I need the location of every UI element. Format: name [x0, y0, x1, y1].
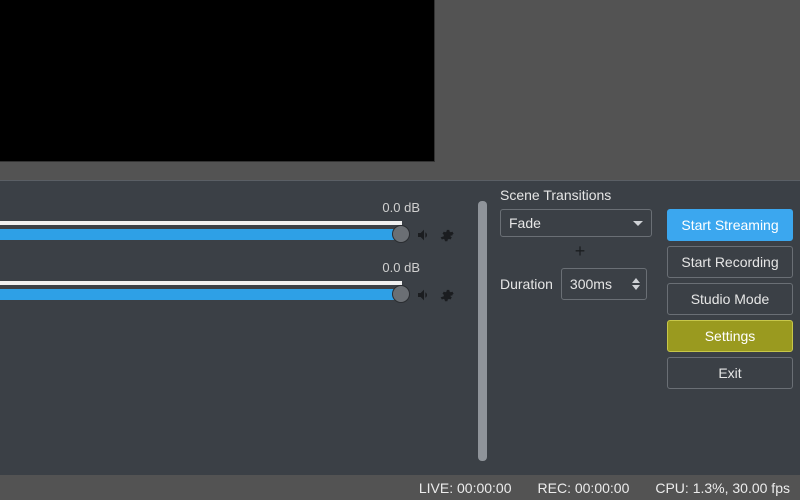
audio-meter-track [0, 221, 402, 225]
add-transition-button[interactable]: + [500, 241, 660, 262]
speaker-icon[interactable] [416, 227, 432, 246]
status-rec: REC: 00:00:00 [538, 480, 630, 496]
transition-select[interactable]: Fade [500, 209, 652, 237]
gear-icon[interactable] [439, 228, 454, 246]
settings-button[interactable]: Settings [667, 320, 793, 352]
speaker-icon[interactable] [416, 287, 432, 306]
exit-button[interactable]: Exit [667, 357, 793, 389]
studio-mode-button[interactable]: Studio Mode [667, 283, 793, 315]
status-bar: LIVE: 00:00:00 REC: 00:00:00 CPU: 1.3%, … [0, 476, 800, 500]
audio-meter-level [0, 289, 402, 300]
duration-spinner[interactable]: 300ms [561, 268, 647, 300]
audio-mixer: 0.0 dB 0.0 dB [0, 201, 470, 481]
start-recording-button[interactable]: Start Recording [667, 246, 793, 278]
gear-icon[interactable] [439, 288, 454, 306]
chevron-down-icon [633, 221, 643, 226]
chevron-down-icon[interactable] [632, 285, 640, 290]
transition-duration-row: Duration 300ms [500, 268, 660, 300]
scene-transitions-title: Scene Transitions [500, 187, 660, 203]
audio-db-readout: 0.0 dB [382, 260, 420, 275]
audio-db-readout: 0.0 dB [382, 200, 420, 215]
start-streaming-button[interactable]: Start Streaming [667, 209, 793, 241]
audio-meter-level [0, 229, 402, 240]
audio-meter-track [0, 281, 402, 285]
status-live: LIVE: 00:00:00 [419, 480, 512, 496]
audio-channel: 0.0 dB [0, 261, 462, 317]
transition-selected-value: Fade [509, 215, 541, 231]
duration-label: Duration [500, 276, 553, 292]
volume-slider-knob[interactable] [392, 225, 410, 243]
duration-value: 300ms [570, 276, 612, 292]
controls-column: Start Streaming Start Recording Studio M… [667, 209, 793, 389]
lower-dock: 0.0 dB 0.0 dB [0, 180, 800, 475]
mixer-scrollbar[interactable] [478, 201, 487, 461]
audio-channel: 0.0 dB [0, 201, 462, 257]
chevron-up-icon[interactable] [632, 278, 640, 283]
preview-canvas[interactable] [0, 0, 435, 162]
volume-slider-knob[interactable] [392, 285, 410, 303]
status-cpu: CPU: 1.3%, 30.00 fps [655, 480, 790, 496]
scene-transitions-panel: Scene Transitions Fade + Duration 300ms [500, 187, 660, 300]
